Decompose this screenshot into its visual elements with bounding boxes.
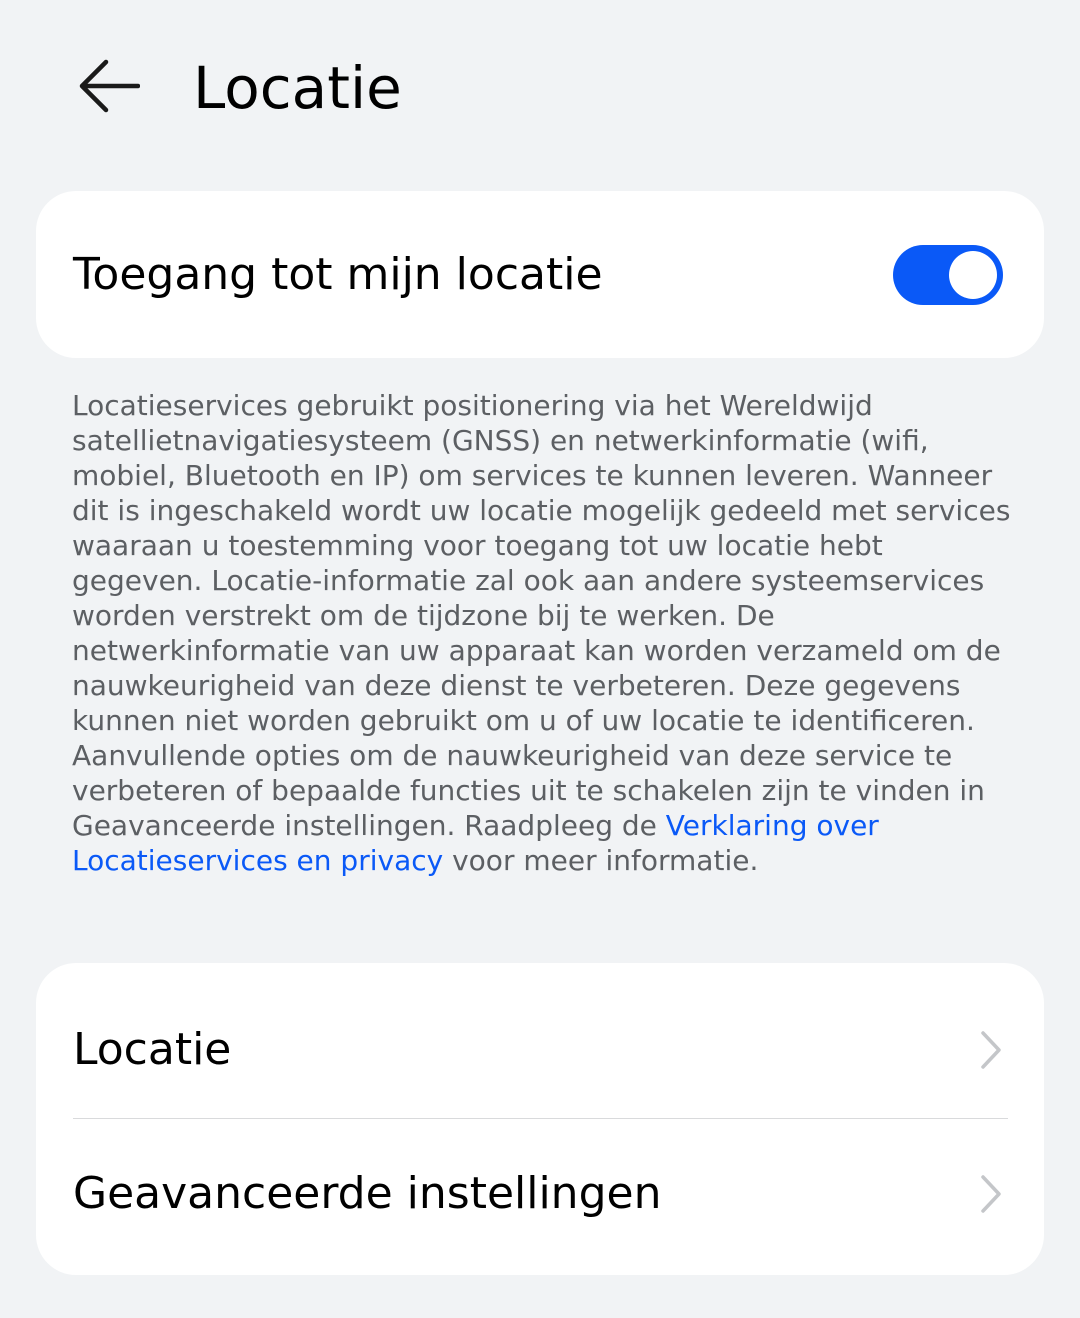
description-text-end: voor meer informatie.: [452, 844, 759, 877]
chevron-right-icon: [981, 1175, 1001, 1213]
list-item-locatie[interactable]: Locatie: [36, 963, 1044, 1119]
chevron-right-icon: [981, 1031, 1001, 1069]
list-item-label: Geavanceerde instellingen: [73, 1168, 662, 1219]
location-access-card: Toegang tot mijn locatie: [36, 191, 1044, 358]
list-item-label: Locatie: [73, 1024, 232, 1075]
location-access-label: Toegang tot mijn locatie: [73, 249, 603, 300]
location-services-description: Locatieservices gebruikt positionering v…: [72, 388, 1022, 878]
settings-list-card: Locatie Geavanceerde instellingen: [36, 963, 1044, 1275]
header: Locatie: [0, 0, 1080, 175]
arrow-left-icon: [79, 59, 140, 113]
toggle-knob: [949, 251, 997, 299]
description-text: Locatieservices gebruikt positionering v…: [72, 389, 1011, 842]
list-item-advanced-settings[interactable]: Geavanceerde instellingen: [36, 1119, 1044, 1275]
page-title: Locatie: [193, 54, 402, 122]
location-access-toggle[interactable]: [893, 245, 1003, 305]
back-button[interactable]: [66, 44, 150, 128]
